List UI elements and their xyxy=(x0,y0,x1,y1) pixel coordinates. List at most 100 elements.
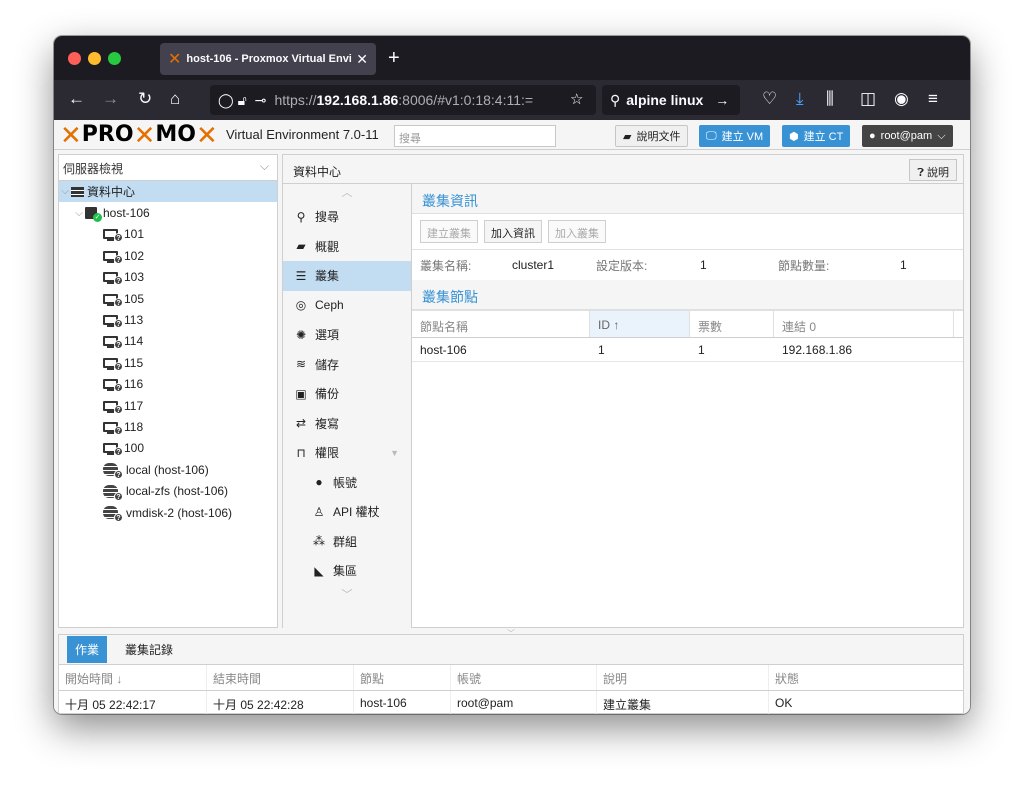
tree-item-label: host-106 xyxy=(103,206,150,221)
search-bar[interactable]: ⚲ alpine linux → xyxy=(602,85,740,115)
menu-item[interactable]: ♙ API 權杖 xyxy=(283,497,411,527)
create-cluster-button[interactable]: 建立叢集 xyxy=(420,220,478,243)
tree-item-vm[interactable]: ? 117 xyxy=(59,395,277,416)
menu-item[interactable]: ▣ 備份 xyxy=(283,379,411,409)
status-unknown-icon: ? xyxy=(114,319,123,329)
tree-item-storage[interactable]: ? vmdisk-2 (host-106) xyxy=(59,502,277,523)
table-row[interactable]: host-106 1 1 192.168.1.86 xyxy=(412,338,963,362)
start-time-cell: 十月 05 22:42:17 xyxy=(59,691,207,714)
tree-item-vm[interactable]: ? 100 xyxy=(59,438,277,459)
menu-item[interactable]: ◎ Ceph xyxy=(283,291,411,321)
minimize-window-button[interactable] xyxy=(88,52,101,65)
tree-item-vm[interactable]: ? 102 xyxy=(59,245,277,266)
column-header-description[interactable]: 說明 xyxy=(597,665,769,690)
menu-item[interactable]: ≋ 儲存 xyxy=(283,350,411,380)
browser-tab[interactable]: ✕ host-106 - Proxmox Virtual Envi ✕ xyxy=(160,43,376,75)
tree-item-label: local-zfs (host-106) xyxy=(126,484,229,499)
storage-list: ? local (host-106)? local-zfs (host-106)? v… xyxy=(59,459,277,523)
tree-item-vm[interactable]: ? 115 xyxy=(59,352,277,373)
tree-item-node[interactable]: ⌵ ✓ host-106 xyxy=(59,202,277,223)
tree-item-vm[interactable]: ? 105 xyxy=(59,288,277,309)
home-icon[interactable]: ⌂ xyxy=(170,89,180,109)
account-icon[interactable]: ◉ xyxy=(894,89,909,109)
column-header-votes[interactable]: 票數 xyxy=(690,311,774,337)
tab-tasks[interactable]: 作業 xyxy=(67,636,108,663)
back-arrow-icon[interactable]: ← xyxy=(68,89,85,109)
tree-item-label: 113 xyxy=(124,313,144,328)
column-header-end-time[interactable]: 結束時間 xyxy=(207,665,354,690)
search-go-arrow-icon[interactable]: → xyxy=(715,92,729,108)
forward-arrow-icon[interactable]: → xyxy=(102,89,119,109)
column-header-node[interactable]: 節點 xyxy=(354,665,451,690)
tab-cluster-log[interactable]: 叢集記錄 xyxy=(117,636,181,663)
tree-item-storage[interactable]: ? local-zfs (host-106) xyxy=(59,480,277,501)
tree-item-label: 100 xyxy=(124,441,145,456)
collapse-icon[interactable]: ⌵ xyxy=(59,186,71,197)
column-header-link[interactable]: 連結 0 xyxy=(774,311,954,337)
table-row[interactable]: 十月 05 22:42:17 十月 05 22:42:28 host-106 root… xyxy=(59,691,963,714)
join-information-button[interactable]: 加入資訊 xyxy=(484,220,542,243)
vm-icon: ? xyxy=(103,443,123,457)
tab-close-icon[interactable]: ✕ xyxy=(356,51,368,68)
caret-down-icon[interactable]: ▼ xyxy=(390,448,399,458)
menu-item[interactable]: ☰ 叢集 xyxy=(283,261,411,291)
scroll-up-icon[interactable]: ︿ xyxy=(283,184,411,202)
menu-item[interactable]: ● 帳號 xyxy=(283,468,411,498)
proxmox-favicon-icon: ✕ xyxy=(168,51,182,68)
tree-item-datacenter[interactable]: ⌵ 資料中心 xyxy=(59,181,277,203)
sidebar-icon[interactable]: ◫ xyxy=(860,89,876,109)
bookmark-star-icon[interactable]: ☆ xyxy=(570,90,584,108)
tree-item-vm[interactable]: ? 101 xyxy=(59,224,277,245)
docs-button[interactable]: ▰ 說明文件 xyxy=(615,125,689,147)
maximize-window-button[interactable] xyxy=(108,52,121,65)
hamburger-menu-icon[interactable]: ≡ xyxy=(928,89,938,109)
tree-item-label: local (host-106) xyxy=(126,462,209,477)
menu-item[interactable]: ◣ 集區 xyxy=(283,556,411,586)
tree-item-vm[interactable]: ? 116 xyxy=(59,374,277,395)
lock-icon[interactable]: 🔓︎ xyxy=(238,92,247,109)
tree-item-vm[interactable]: ? 113 xyxy=(59,309,277,330)
shield-icon[interactable]: ◯ xyxy=(218,92,234,109)
pocket-icon[interactable]: ♡ xyxy=(762,89,777,109)
create-ct-button[interactable]: ⬢ 建立 CT xyxy=(782,125,851,147)
column-header-node[interactable]: 節點名稱 xyxy=(412,311,590,337)
menu-item[interactable]: ⁂ 群組 xyxy=(283,527,411,557)
menu-item-label: 帳號 xyxy=(333,475,358,490)
column-header-id[interactable]: ID ↑ xyxy=(590,311,690,337)
url-bar[interactable]: ◯ 🔓︎ ⊸ https://192.168.1.86:8006/#v1:0:1… xyxy=(210,85,596,115)
storage-icon: ? xyxy=(103,506,123,523)
menu-item[interactable]: ⊓ 權限 ▼ xyxy=(283,438,411,468)
log-rows: 十月 05 22:42:17 十月 05 22:42:28 host-106 root… xyxy=(59,691,963,714)
tree-item-storage[interactable]: ? local (host-106) xyxy=(59,459,277,480)
collapse-icon[interactable]: ⌵ xyxy=(73,208,85,219)
column-header-start-time[interactable]: 開始時間 ↓ xyxy=(59,665,207,690)
join-cluster-button[interactable]: 加入叢集 xyxy=(548,220,606,243)
global-search-input[interactable]: 搜尋 xyxy=(394,125,556,147)
library-icon[interactable]: ⫼ xyxy=(826,89,834,109)
vm-list: ? 101? 102? 103? 105? 113? 114? 115? 116? 117? 118… xyxy=(59,224,277,459)
help-button[interactable]: ❓︎ 說明 xyxy=(909,159,957,181)
close-window-button[interactable] xyxy=(68,52,81,65)
status-unknown-icon: ? xyxy=(114,233,123,243)
reload-icon[interactable]: ↻ xyxy=(138,89,152,109)
cluster-name-value: cluster1 xyxy=(512,258,555,272)
menu-item[interactable]: ▰ 概觀 xyxy=(283,232,411,262)
column-header-user[interactable]: 帳號 xyxy=(451,665,597,690)
column-header-status[interactable]: 狀態 xyxy=(769,665,963,690)
create-vm-button[interactable]: 🖵︎ 建立 VM xyxy=(699,125,771,147)
download-icon[interactable]: ⤓ xyxy=(796,89,804,109)
user-menu-button[interactable]: ● root@pam ⌵ xyxy=(862,125,953,147)
permissions-key-icon[interactable]: ⊸ xyxy=(255,92,267,109)
menu-item[interactable]: ⚲ 搜尋 xyxy=(283,202,411,232)
new-tab-button[interactable]: + xyxy=(388,47,400,70)
menu-item[interactable]: ⇄ 複寫 xyxy=(283,409,411,439)
scroll-down-icon[interactable]: ﹀ xyxy=(283,586,411,604)
vm-icon: ? xyxy=(103,250,123,264)
menu-item[interactable]: ✺ 選項 xyxy=(283,320,411,350)
view-selector[interactable]: 伺服器檢視 ⌵ xyxy=(59,155,277,181)
tree-item-vm[interactable]: ? 114 xyxy=(59,331,277,352)
tree-item-vm[interactable]: ? 103 xyxy=(59,267,277,288)
resize-handle[interactable]: ﹀ xyxy=(488,628,534,638)
url-scheme: https:// xyxy=(274,92,317,108)
tree-item-vm[interactable]: ? 118 xyxy=(59,416,277,437)
